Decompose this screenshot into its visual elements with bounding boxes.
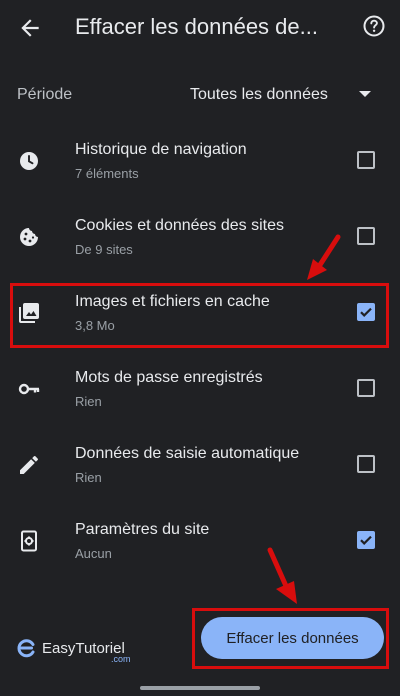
option-label: Cookies et données des sites bbox=[75, 217, 285, 234]
option-label: Paramètres du site bbox=[75, 521, 210, 538]
option-saved-passwords[interactable]: Mots de passe enregistrés Rien bbox=[0, 351, 400, 427]
annotation-highlight-box bbox=[10, 283, 389, 348]
checkbox[interactable] bbox=[357, 455, 375, 473]
cookie-icon bbox=[17, 225, 41, 249]
period-label: Période bbox=[17, 86, 73, 103]
checkmark-icon bbox=[360, 535, 372, 545]
logo-suffix: .com bbox=[111, 654, 131, 664]
key-icon bbox=[17, 377, 41, 401]
easytutoriel-logo-icon bbox=[17, 639, 35, 658]
watermark-logo: EasyTutoriel .com bbox=[16, 638, 131, 664]
dropdown-caret-icon[interactable] bbox=[359, 91, 371, 97]
checkbox[interactable] bbox=[357, 151, 375, 169]
option-browsing-history[interactable]: Historique de navigation 7 éléments bbox=[0, 123, 400, 199]
clock-icon bbox=[17, 149, 41, 173]
option-site-settings[interactable]: Paramètres du site Aucun bbox=[0, 503, 400, 579]
clear-data-button[interactable]: Effacer les données bbox=[201, 617, 384, 659]
period-selector-row: Période Toutes les données bbox=[0, 74, 400, 114]
home-indicator[interactable] bbox=[140, 686, 260, 690]
option-label: Données de saisie automatique bbox=[75, 445, 300, 462]
option-detail: Aucun bbox=[75, 546, 112, 561]
checkbox-checked[interactable] bbox=[357, 531, 375, 549]
pencil-icon bbox=[17, 453, 41, 477]
help-icon[interactable] bbox=[362, 14, 386, 38]
option-detail: Rien bbox=[75, 470, 102, 485]
checkbox[interactable] bbox=[357, 227, 375, 245]
option-detail: Rien bbox=[75, 394, 102, 409]
annotation-arrow-icon bbox=[307, 234, 341, 280]
app-bar: Effacer les données de... bbox=[0, 0, 400, 56]
page-title: Effacer les données de... bbox=[75, 14, 318, 39]
option-autofill-data[interactable]: Données de saisie automatique Rien bbox=[0, 427, 400, 503]
site-settings-icon bbox=[17, 529, 41, 553]
annotation-arrow-icon bbox=[267, 547, 297, 604]
option-label: Mots de passe enregistrés bbox=[75, 369, 263, 386]
option-detail: De 9 sites bbox=[75, 242, 133, 257]
checkbox[interactable] bbox=[357, 379, 375, 397]
option-label: Historique de navigation bbox=[75, 141, 247, 158]
period-dropdown[interactable]: Toutes les données bbox=[190, 86, 328, 104]
option-detail: 7 éléments bbox=[75, 166, 139, 181]
back-arrow-icon[interactable] bbox=[17, 15, 43, 41]
